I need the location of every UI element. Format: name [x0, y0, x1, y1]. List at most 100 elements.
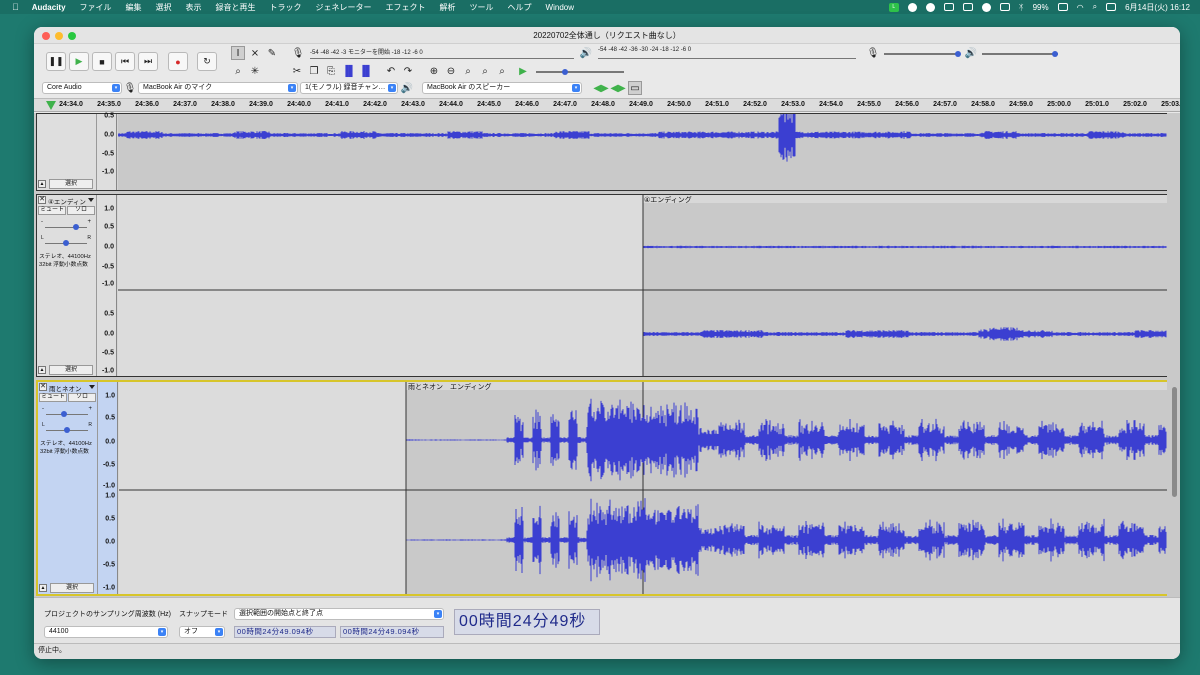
battery-icon[interactable]: [1057, 3, 1068, 11]
play-speed-knob[interactable]: [562, 69, 568, 75]
cloud-icon[interactable]: [981, 2, 991, 12]
track-name[interactable]: ④エンディン: [48, 196, 86, 206]
snap-mode-select[interactable]: オフ ▾: [179, 626, 225, 638]
mute-button[interactable]: ミュート: [38, 206, 66, 215]
record-volume-knob[interactable]: [955, 51, 961, 57]
record-meter-bar[interactable]: [310, 58, 574, 59]
zoom-in-button[interactable]: ⊕: [427, 64, 441, 78]
project-rate-select[interactable]: 44100 ▾: [44, 626, 168, 638]
copy-button[interactable]: ❐: [307, 64, 321, 78]
track-collapse-button[interactable]: ▲: [38, 366, 46, 374]
fit-project-button[interactable]: ⌕: [478, 64, 492, 78]
pan-slider[interactable]: L R: [42, 422, 92, 436]
zoom-window-button[interactable]: [68, 32, 76, 40]
status-circle-icon[interactable]: [907, 2, 917, 12]
menu-analyze[interactable]: 解析: [433, 2, 463, 13]
track-name[interactable]: 雨とネオン: [49, 383, 82, 393]
draw-tool-button[interactable]: ✎: [265, 46, 279, 60]
clip-title[interactable]: 雨とネオン エンディング: [408, 382, 492, 392]
line-app-icon[interactable]: L: [888, 2, 899, 12]
selection-tool-button[interactable]: I: [231, 46, 245, 60]
scrub-button[interactable]: ◀▶: [593, 81, 608, 95]
play-meter-speaker-button[interactable]: 🔊: [579, 46, 593, 60]
track-collapse-button[interactable]: ▲: [38, 180, 46, 188]
track-close-button[interactable]: ✕: [38, 196, 46, 204]
menu-help[interactable]: ヘルプ: [501, 2, 539, 13]
menu-generate[interactable]: ジェネレーター: [309, 2, 379, 13]
silence-button[interactable]: ▐▌: [359, 64, 373, 78]
control-center-icon[interactable]: [1106, 3, 1117, 11]
play-meter-bar[interactable]: [598, 58, 856, 59]
envelope-tool-button[interactable]: ⨯: [248, 46, 262, 60]
input-source-icon[interactable]: [999, 3, 1010, 11]
audio-position-time[interactable]: 00時間24分49秒: [454, 609, 600, 635]
loop-button[interactable]: ↻: [197, 52, 217, 71]
clip-title[interactable]: ④エンディング: [644, 195, 692, 205]
solo-button[interactable]: ソロ: [67, 206, 95, 215]
undo-button[interactable]: ↶: [384, 64, 398, 78]
track-2-waveform[interactable]: ④エンディング: [118, 195, 1167, 376]
gain-slider[interactable]: - +: [42, 406, 92, 420]
record-meter-mic-button[interactable]: 🎙: [291, 46, 305, 60]
menu-effect[interactable]: エフェクト: [379, 2, 433, 13]
selection-end-time[interactable]: 00時間24分49.094秒: [340, 626, 444, 638]
timeline-ruler[interactable]: 24:34.0 24:35.0 24:36.0 24:37.0 24:38.0 24:39…: [34, 98, 1180, 112]
menu-transport[interactable]: 録音と再生: [209, 2, 263, 13]
playback-volume-knob[interactable]: [1052, 51, 1058, 57]
zoom-tool-button[interactable]: ⌕: [231, 64, 245, 78]
vertical-scrollbar[interactable]: [1172, 387, 1177, 497]
input-channels-select[interactable]: 1(モノラル) 録音チャン… ▾: [300, 82, 398, 94]
track-menu-icon[interactable]: [88, 198, 94, 202]
track-select-button[interactable]: 選択: [49, 365, 93, 375]
skip-end-button[interactable]: ⏭: [138, 52, 158, 71]
play-head-icon[interactable]: [46, 101, 56, 110]
menubar-clock[interactable]: 6月14日(火) 16:12: [1125, 2, 1190, 13]
menu-tracks[interactable]: トラック: [263, 2, 309, 13]
zoom-out-button[interactable]: ⊖: [444, 64, 458, 78]
selection-mode-select[interactable]: 選択範囲の開始点と終了点 ▾: [234, 608, 444, 620]
track-close-button[interactable]: ✕: [39, 383, 47, 391]
play-button[interactable]: ▶: [69, 52, 89, 71]
spotlight-icon[interactable]: ⌕: [1093, 2, 1097, 12]
stop-button[interactable]: ■: [92, 52, 112, 71]
track-1-waveform[interactable]: [118, 114, 1167, 190]
wifi-icon[interactable]: ◠: [1077, 3, 1084, 12]
gain-knob[interactable]: [61, 411, 67, 417]
skip-start-button[interactable]: ⏮: [115, 52, 135, 71]
selection-start-time[interactable]: 00時間24分49.094秒: [234, 626, 336, 638]
seek-button[interactable]: ◀▶: [610, 81, 625, 95]
pan-knob[interactable]: [64, 427, 70, 433]
track-collapse-button[interactable]: ▲: [39, 584, 47, 592]
calendar-icon[interactable]: [962, 3, 973, 11]
paste-button[interactable]: ⎘: [324, 64, 338, 78]
track-select-button[interactable]: 選択: [49, 179, 93, 189]
solo-button[interactable]: ソロ: [68, 393, 96, 402]
input-device-select[interactable]: MacBook Air のマイク ▾: [138, 82, 298, 94]
gain-knob[interactable]: [73, 224, 79, 230]
output-device-select[interactable]: MacBook Air のスピーカー ▾: [422, 82, 582, 94]
menu-tools[interactable]: ツール: [463, 2, 501, 13]
record-volume-slider[interactable]: [884, 53, 960, 55]
play-at-speed-button[interactable]: ▶: [516, 64, 530, 78]
host-select[interactable]: Core Audio ▾: [42, 82, 122, 94]
multi-tool-button[interactable]: ✳: [248, 64, 262, 78]
sync-icon[interactable]: [925, 2, 935, 12]
track-3-waveform[interactable]: 雨とネオン エンディング: [119, 382, 1167, 594]
app-menu[interactable]: Audacity: [25, 3, 73, 12]
menu-edit[interactable]: 編集: [119, 2, 149, 13]
audio-track-ame-to-neon[interactable]: ✕ 雨とネオン ミュート ソロ - + L R ステレオ、44100Hz 32b…: [36, 380, 1167, 596]
scrub-ruler-button[interactable]: ▭: [628, 81, 642, 95]
menu-view[interactable]: 表示: [179, 2, 209, 13]
track-select-button[interactable]: 選択: [50, 583, 94, 593]
bluetooth-icon[interactable]: ᛡ: [1019, 3, 1024, 12]
pan-slider[interactable]: L R: [41, 235, 91, 249]
pause-button[interactable]: ❚❚: [46, 52, 66, 71]
cut-button[interactable]: ✂: [290, 64, 304, 78]
trim-button[interactable]: ▐▌: [342, 64, 356, 78]
minimize-window-button[interactable]: [55, 32, 63, 40]
audio-track-1[interactable]: ▲ 選択 0.5 0.0 -0.5 -1.0: [36, 113, 1167, 191]
pan-knob[interactable]: [63, 240, 69, 246]
gain-slider[interactable]: - +: [41, 219, 91, 233]
apple-menu-icon[interactable]: : [0, 2, 25, 12]
track-menu-icon[interactable]: [89, 385, 95, 389]
